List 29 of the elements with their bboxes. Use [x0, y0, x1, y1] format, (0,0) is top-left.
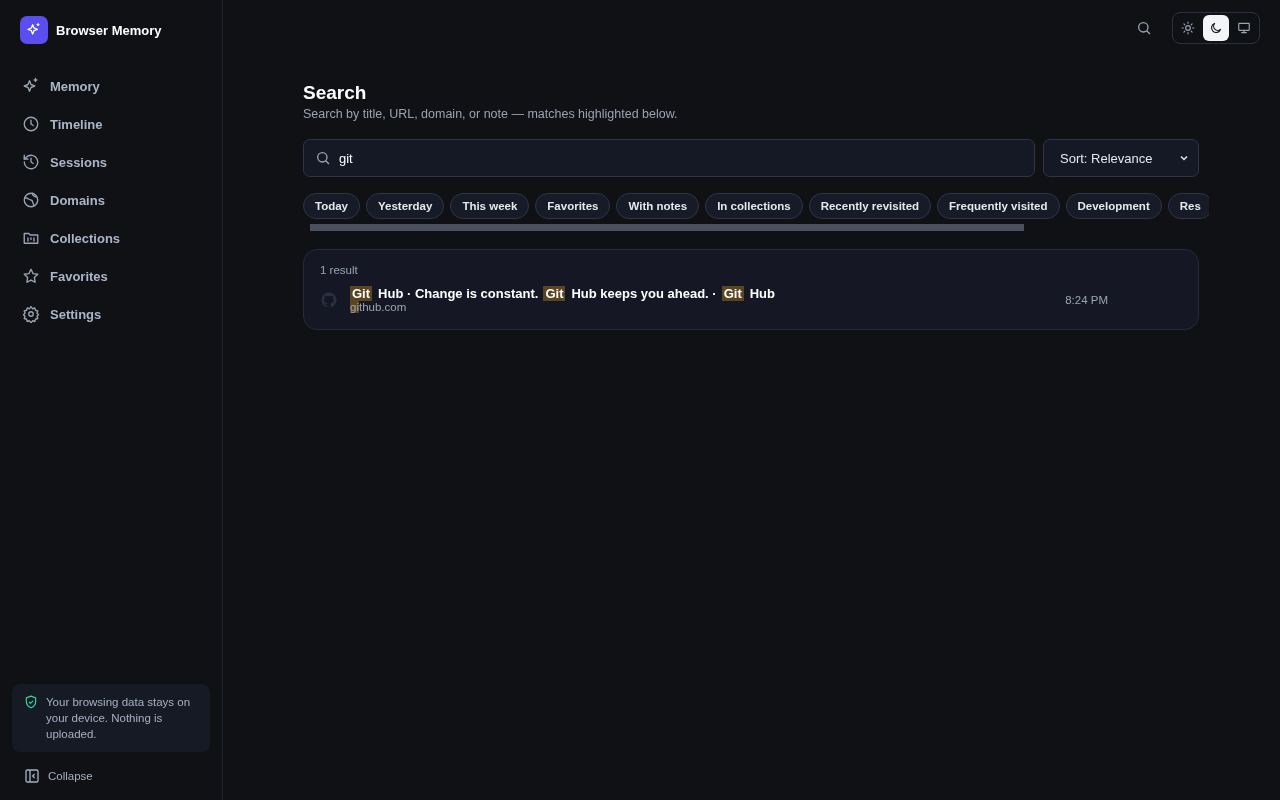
privacy-text: Your browsing data stays on your device. Nothing is uploaded. — [46, 695, 192, 742]
app-name: Browser Memory — [56, 22, 162, 38]
result-domain: github.com — [350, 301, 408, 313]
collapse-button[interactable]: Collapse — [12, 768, 210, 784]
search-field[interactable]: git — [303, 139, 1035, 177]
nav-item[interactable]: Timeline — [12, 105, 210, 143]
filter-chip[interactable]: Frequently visited — [937, 193, 1060, 219]
result-count: 1 result — [320, 264, 359, 276]
result-item[interactable]: Git Hub · Change is constant. Git Hub keeps you ahead. · Git Hub github.com 8:24 PM — [320, 286, 1182, 313]
filter-chip[interactable]: This week — [450, 193, 530, 219]
page-subtitle: Search by title, URL, domain, or note — matches highlighted below. — [303, 107, 679, 121]
filter-chip[interactable]: Res — [1167, 193, 1209, 219]
nav-item[interactable]: Memory — [12, 67, 210, 105]
nav-item[interactable]: Settings — [12, 295, 210, 333]
nav-item[interactable]: Favorites — [12, 257, 210, 295]
filter-chip[interactable]: Yesterday — [366, 193, 445, 219]
nav-item[interactable]: Domains — [12, 181, 210, 219]
result-title: Git Hub · Change is constant. Git Hub keeps you ahead. · Git Hub — [350, 286, 776, 301]
filter-chip[interactable]: Today — [303, 193, 360, 219]
result-time: 8:24 PM — [1065, 293, 1108, 306]
filter-chip[interactable]: Recently revisited — [808, 193, 932, 219]
filter-chip[interactable]: With notes — [616, 193, 700, 219]
filter-chip[interactable]: Development — [1065, 193, 1162, 219]
filter-chip[interactable]: Favorites — [535, 193, 611, 219]
nav-item[interactable]: Collections — [12, 219, 210, 257]
page-title: Search — [303, 82, 368, 104]
nav-item[interactable]: Sessions — [12, 143, 210, 181]
filter-chip[interactable]: In collections — [705, 193, 803, 219]
sort-dropdown[interactable]: Sort: Relevance — [1043, 139, 1199, 177]
